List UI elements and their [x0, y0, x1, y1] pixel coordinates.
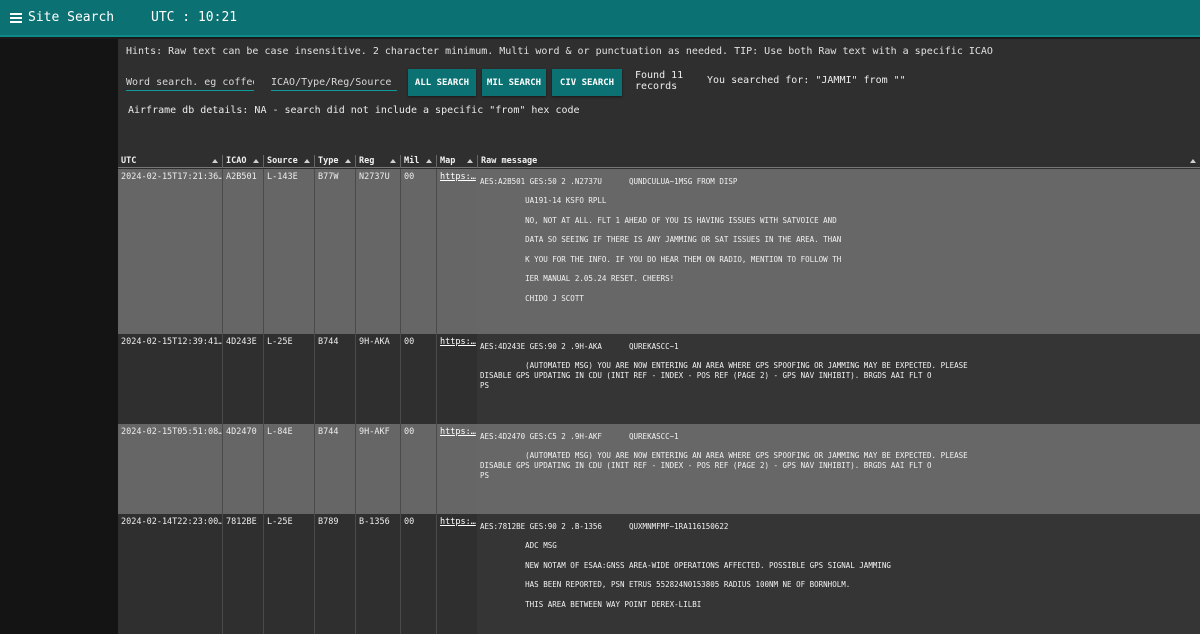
site-title[interactable]: Site Search — [28, 10, 114, 25]
word-search-input[interactable] — [126, 75, 254, 91]
raw-message-line: AES:7812BE GES:90 2 .B-1356 QUXMNMFMF~1R… — [480, 522, 729, 531]
table-row[interactable]: 2024-02-15T17:21:36… A2B501 L-143E B77W … — [118, 169, 1200, 334]
utc-clock: UTC : 10:21 — [151, 10, 238, 25]
cell-mil: 00 — [400, 334, 436, 424]
raw-message-line: AES:4D243E GES:90 2 .9H-AKA QUREKASCC~1 — [480, 342, 679, 351]
searched-for-text: You searched for: "JAMMI" from "" — [707, 75, 906, 86]
cell-reg: 9H-AKA — [355, 334, 400, 424]
raw-message: AES:7812BE GES:90 2 .B-1356 QUXMNMFMF~1R… — [480, 514, 1198, 619]
results-table: UTC ICAO Source Type Reg Mil Map Raw mes… — [118, 155, 1200, 634]
column-header-raw-message[interactable]: Raw message — [477, 155, 1200, 168]
column-header-utc[interactable]: UTC — [118, 155, 222, 168]
cell-icao: A2B501 — [222, 169, 263, 334]
column-header-label: UTC — [121, 156, 137, 166]
cell-utc: 2024-02-15T05:51:08… — [121, 427, 222, 437]
top-app-bar: Site Search UTC : 10:21 — [0, 0, 1200, 37]
raw-message-line: (AUTOMATED MSG) YOU ARE NOW ENTERING AN … — [480, 451, 968, 461]
raw-message-line: PS — [480, 381, 490, 391]
cell-reg: N2737U — [355, 169, 400, 334]
raw-message-line: HAS BEEN REPORTED, PSN ETRUS 552824N0153… — [480, 580, 851, 590]
sort-ascending-icon — [467, 159, 473, 163]
raw-message-line: UA191-14 KSFO RPLL — [480, 196, 607, 206]
raw-message-line: DISABLE GPS UPDATING IN CDU (INIT REF - … — [480, 461, 932, 471]
sort-ascending-icon — [390, 159, 396, 163]
cell-mil: 00 — [400, 169, 436, 334]
airframe-db-details: Airframe db details: NA - search did not… — [128, 105, 580, 116]
sort-ascending-icon — [253, 159, 259, 163]
search-panel: Hints: Raw text can be case insensitive.… — [118, 39, 1200, 634]
raw-message: AES:4D2470 GES:C5 2 .9H-AKF QUREKASCC~1 … — [480, 424, 1198, 481]
table-header: UTC ICAO Source Type Reg Mil Map Raw mes… — [118, 155, 1200, 168]
cell-source: L-84E — [263, 424, 314, 514]
column-header-label: Type — [318, 156, 339, 166]
hamburger-menu-icon[interactable] — [10, 13, 22, 23]
column-header-label: Raw message — [481, 156, 538, 166]
column-header-label: Map — [440, 156, 456, 166]
raw-message: AES:A2B501 GES:50 2 .N2737U QUNDCULUA~1M… — [480, 169, 1198, 313]
column-header-label: Source — [267, 156, 298, 166]
left-sidebar — [0, 39, 118, 634]
cell-source: L-25E — [263, 334, 314, 424]
cell-source: L-25E — [263, 514, 314, 634]
cell-icao: 4D243E — [222, 334, 263, 424]
column-header-map[interactable]: Map — [436, 155, 477, 168]
column-header-label: ICAO — [226, 156, 247, 166]
raw-message: AES:4D243E GES:90 2 .9H-AKA QUREKASCC~1 … — [480, 334, 1198, 391]
cell-icao: 4D2470 — [222, 424, 263, 514]
raw-message-line: DATA SO SEEING IF THERE IS ANY JAMMING O… — [480, 235, 842, 245]
map-link[interactable]: https:… — [436, 514, 477, 634]
raw-message-line: (AUTOMATED MSG) YOU ARE NOW ENTERING AN … — [480, 361, 968, 371]
cell-type: B744 — [314, 424, 355, 514]
cell-source: L-143E — [263, 169, 314, 334]
raw-message-line: DISABLE GPS UPDATING IN CDU (INIT REF - … — [480, 371, 932, 381]
column-header-reg[interactable]: Reg — [355, 155, 400, 168]
raw-message-line: AES:A2B501 GES:50 2 .N2737U QUNDCULUA~1M… — [480, 177, 738, 186]
raw-message-line: AES:4D2470 GES:C5 2 .9H-AKF QUREKASCC~1 — [480, 432, 679, 441]
cell-mil: 00 — [400, 514, 436, 634]
raw-message-line: PS — [480, 471, 490, 481]
cell-icao: 7812BE — [222, 514, 263, 634]
column-header-label: Reg — [359, 156, 375, 166]
cell-type: B744 — [314, 334, 355, 424]
map-link[interactable]: https:… — [436, 424, 477, 514]
raw-message-line: K YOU FOR THE INFO. IF YOU DO HEAR THEM … — [480, 254, 842, 264]
mil-search-button[interactable]: MIL SEARCH — [482, 69, 546, 96]
cell-type: B789 — [314, 514, 355, 634]
cell-type: B77W — [314, 169, 355, 334]
raw-message-line: NO, NOT AT ALL. FLT 1 AHEAD OF YOU IS HA… — [480, 215, 837, 225]
cell-mil: 00 — [400, 424, 436, 514]
raw-message-line: CHIDO J SCOTT — [480, 293, 584, 303]
sort-ascending-icon — [212, 159, 218, 163]
search-hints: Hints: Raw text can be case insensitive.… — [126, 46, 993, 57]
raw-message-line: THIS AREA BETWEEN WAY POINT DEREX-LILBI — [480, 599, 702, 609]
table-row[interactable]: 2024-02-15T12:39:41… 4D243E L-25E B744 9… — [118, 334, 1200, 424]
civ-search-button[interactable]: CIV SEARCH — [552, 69, 622, 96]
column-header-mil[interactable]: Mil — [400, 155, 436, 168]
column-header-icao[interactable]: ICAO — [222, 155, 263, 168]
raw-message-line: ADC MSG — [480, 541, 557, 551]
cell-utc: 2024-02-15T17:21:36… — [121, 172, 222, 182]
table-row[interactable]: 2024-02-15T05:51:08… 4D2470 L-84E B744 9… — [118, 424, 1200, 514]
all-search-button[interactable]: ALL SEARCH — [408, 69, 476, 96]
cell-reg: 9H-AKF — [355, 424, 400, 514]
cell-utc: 2024-02-15T12:39:41… — [121, 337, 222, 347]
cell-utc: 2024-02-14T22:23:00… — [121, 517, 222, 527]
raw-message-line: IER MANUAL 2.05.24 RESET. CHEERS! — [480, 274, 675, 284]
map-link[interactable]: https:… — [436, 169, 477, 334]
raw-message-line: NEW NOTAM OF ESAA:GNSS AREA-WIDE OPERATI… — [480, 560, 891, 570]
column-header-source[interactable]: Source — [263, 155, 314, 168]
column-header-label: Mil — [404, 156, 420, 166]
sort-ascending-icon — [345, 159, 351, 163]
sort-ascending-icon — [304, 159, 310, 163]
column-header-type[interactable]: Type — [314, 155, 355, 168]
sort-ascending-icon — [426, 159, 432, 163]
map-link[interactable]: https:… — [436, 334, 477, 424]
cell-reg: B-1356 — [355, 514, 400, 634]
found-records-count: Found 11 records — [635, 70, 684, 92]
table-row[interactable]: 2024-02-14T22:23:00… 7812BE L-25E B789 B… — [118, 514, 1200, 634]
sort-ascending-icon — [1190, 159, 1196, 163]
icao-type-reg-source-input[interactable] — [271, 75, 397, 91]
